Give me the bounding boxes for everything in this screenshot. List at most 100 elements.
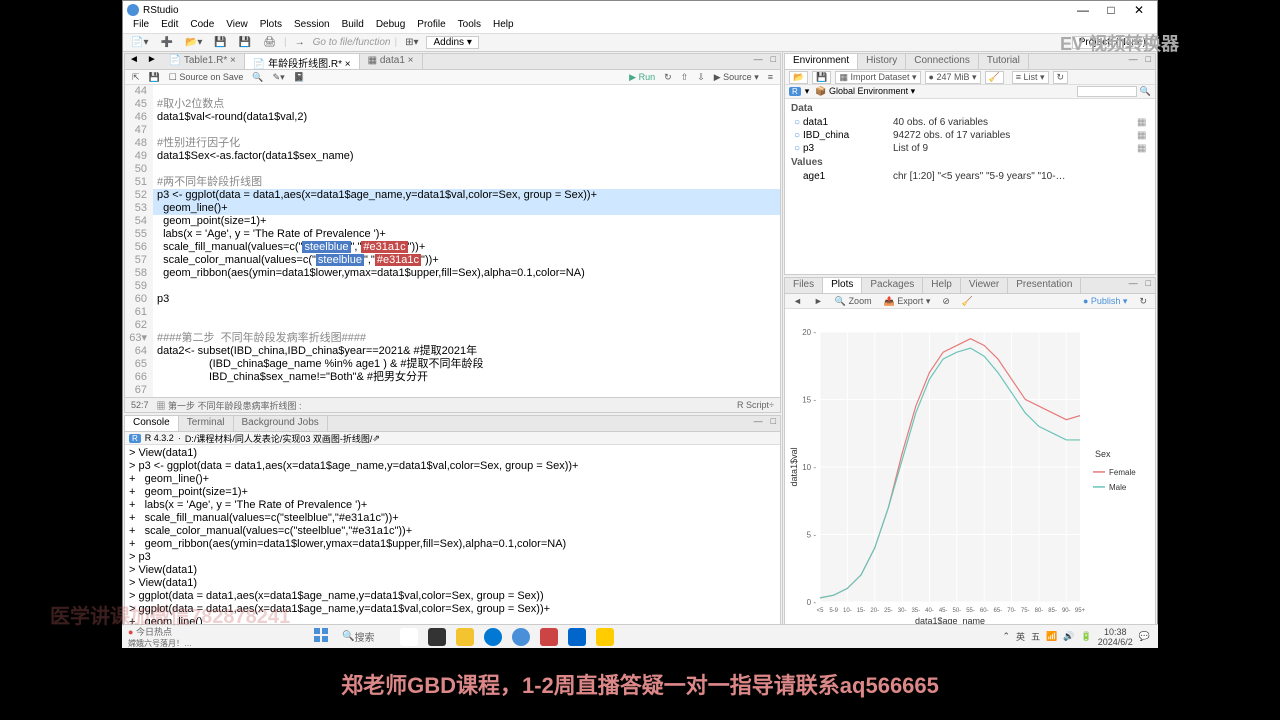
compile-button[interactable]: 📓 [291,72,308,83]
tab-environment[interactable]: Environment [785,54,858,69]
source-maximize-icon[interactable]: □ [767,54,780,69]
minimize-button[interactable]: — [1069,3,1097,17]
tb-edge-icon[interactable] [484,628,502,646]
tab-plots[interactable]: Plots [823,278,862,293]
code-editor[interactable]: 4445#取小2位数点46data1$val<-round(data1$val,… [125,85,780,397]
clear-env-button[interactable]: 🧹 [985,71,1004,84]
show-in-new-button[interactable]: ⇱ [129,72,143,83]
env-tabs: Environment History Connections Tutorial… [785,54,1155,70]
zoom-button[interactable]: 🔍 Zoom [831,296,876,307]
panes-button[interactable]: ⊞▾ [401,37,422,48]
menu-edit[interactable]: Edit [155,19,184,33]
tab-viewer[interactable]: Viewer [961,278,1008,293]
save-source-button[interactable]: 💾 [146,72,163,83]
close-button[interactable]: ✕ [1125,3,1153,17]
menu-profile[interactable]: Profile [411,19,451,33]
save-all-button[interactable]: 💾 [235,37,255,48]
tray-lang2[interactable]: 五 [1031,630,1040,643]
main-toolbar: 📄▾ ➕ 📂▾ 💾 💾 🖨 | → Go to file/function | … [123,34,1157,52]
find-button[interactable]: 🔍 [249,72,266,83]
memory-usage[interactable]: ● 247 MiB ▾ [925,71,981,84]
tray-chevron-icon[interactable]: ⌃ [1003,631,1011,642]
env-maximize-icon[interactable]: □ [1142,54,1155,69]
import-dataset-button[interactable]: ▦ Import Dataset ▾ [835,71,920,84]
menu-file[interactable]: File [127,19,155,33]
remove-plot-button[interactable]: ⊘ [938,296,954,307]
menu-tools[interactable]: Tools [452,19,487,33]
source-on-save-checkbox[interactable]: ☐ Source on Save [166,72,247,83]
tab-tutorial[interactable]: Tutorial [979,54,1029,69]
tb-app-icon[interactable] [596,628,614,646]
menu-view[interactable]: View [220,19,254,33]
menu-session[interactable]: Session [288,19,336,33]
tray-wifi-icon[interactable]: 📶 [1046,631,1057,642]
tray-volume-icon[interactable]: 🔊 [1063,631,1074,642]
wand-button[interactable]: ✎▾ [270,72,288,83]
console-maximize-icon[interactable]: □ [767,416,780,431]
console-minimize-icon[interactable]: — [750,416,767,431]
taskbar-search[interactable]: 🔍 搜索 [336,629,380,644]
tab-console[interactable]: Console [125,416,179,431]
env-minimize-icon[interactable]: — [1125,54,1142,69]
tb-app-icon[interactable] [428,628,446,646]
load-workspace-button[interactable]: 📂 [789,71,808,84]
nav-back-button[interactable]: ◄ [125,54,143,69]
tray-battery-icon[interactable]: 🔋 [1081,631,1092,642]
plots-maximize-icon[interactable]: □ [1142,278,1155,293]
clear-plots-button[interactable]: 🧹 [958,296,977,307]
goto-input[interactable]: Go to file/function [313,37,391,48]
wd-browse-icon[interactable]: ⇗ [372,433,380,444]
tb-explorer-icon[interactable] [456,628,474,646]
env-search-icon[interactable]: 🔍 [1140,86,1151,97]
source-minimize-icon[interactable]: — [750,54,767,69]
maximize-button[interactable]: □ [1097,3,1125,17]
open-file-button[interactable]: 📂▾ [181,37,206,48]
env-search-input[interactable] [1077,86,1137,97]
tab-terminal[interactable]: Terminal [179,416,234,431]
plots-minimize-icon[interactable]: — [1125,278,1142,293]
tb-app-icon[interactable] [568,628,586,646]
save-workspace-button[interactable]: 💾 [812,71,831,84]
menu-build[interactable]: Build [336,19,370,33]
new-file-button[interactable]: 📄▾ [127,37,152,48]
go-up-button[interactable]: ⇧ [678,72,692,83]
menu-plots[interactable]: Plots [254,19,288,33]
source-button[interactable]: ▶ Source ▾ [711,72,762,83]
plot-next-button[interactable]: ► [810,296,827,306]
go-down-button[interactable]: ⇩ [694,72,708,83]
tab-jobs[interactable]: Background Jobs [234,416,328,431]
menu-code[interactable]: Code [184,19,220,33]
tray-lang1[interactable]: 英 [1016,630,1025,643]
tab-help[interactable]: Help [923,278,961,293]
tab-presentation[interactable]: Presentation [1008,278,1081,293]
refresh-plot-button[interactable]: ↻ [1135,296,1151,307]
start-button[interactable] [306,628,336,645]
tab-table1[interactable]: 📄 Table1.R* × [161,54,245,69]
tab-files[interactable]: Files [785,278,823,293]
env-view-mode[interactable]: ≡ List ▾ [1012,71,1049,84]
tab-connections[interactable]: Connections [906,54,979,69]
menu-debug[interactable]: Debug [370,19,411,33]
rerun-button[interactable]: ↻ [661,72,675,83]
tb-rstudio-icon[interactable] [512,628,530,646]
tb-wps-icon[interactable] [540,628,558,646]
export-button[interactable]: 📤 Export ▾ [880,296,935,307]
nav-fwd-button[interactable]: ► [143,54,161,69]
tab-data1[interactable]: ▦ data1 × [360,54,423,69]
tb-app-icon[interactable] [400,628,418,646]
menu-help[interactable]: Help [487,19,520,33]
source-toolbar: ⇱ 💾 ☐ Source on Save 🔍 ✎▾ 📓 ▶ Run ↻ ⇧ ⇩ … [125,70,780,85]
publish-button[interactable]: ● Publish ▾ [1079,296,1132,307]
outline-button[interactable]: ≡ [765,72,776,82]
tab-packages[interactable]: Packages [862,278,923,293]
refresh-env-button[interactable]: ↻ [1053,71,1069,84]
print-button[interactable]: 🖨 [259,37,280,48]
plot-prev-button[interactable]: ◄ [789,296,806,306]
tab-ageplot[interactable]: 📄 年龄段折线图.R* × [245,54,360,69]
tab-history[interactable]: History [858,54,906,69]
run-button[interactable]: ▶ Run [626,72,658,83]
new-project-button[interactable]: ➕ [156,37,176,48]
addins-button[interactable]: Addins ▾ [426,36,478,49]
tray-notif-icon[interactable]: 💬 [1139,631,1150,642]
save-button[interactable]: 💾 [210,37,230,48]
